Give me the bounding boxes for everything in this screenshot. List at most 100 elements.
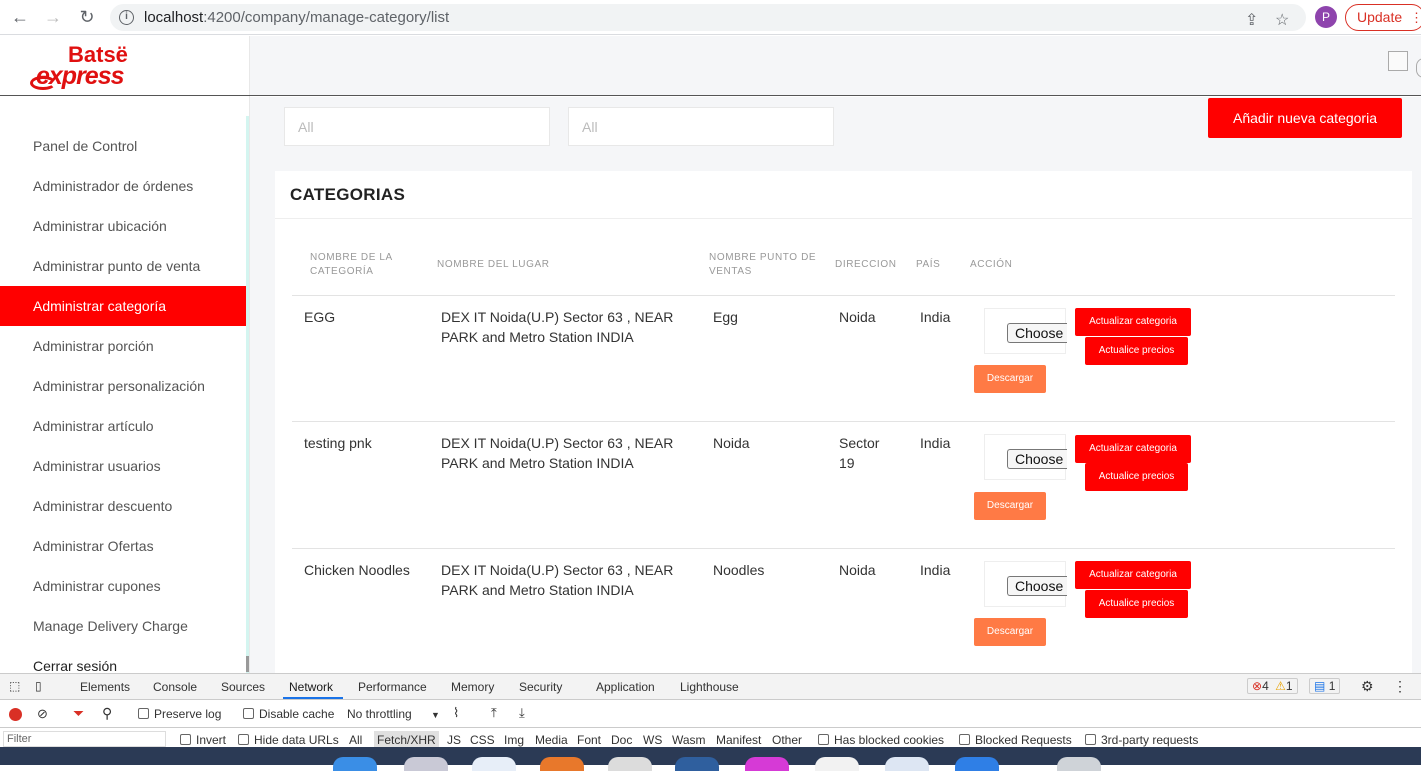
sidebar-item-personalizacion[interactable]: Administrar personalización (0, 366, 246, 406)
network-conditions-icon[interactable]: ⌇ (453, 705, 459, 721)
dock-app-icon[interactable] (885, 757, 929, 771)
address-bar[interactable]: i localhost:4200/company/manage-category… (110, 4, 1306, 31)
sidebar-item-punto-de-venta[interactable]: Administrar punto de venta (0, 246, 246, 286)
device-toolbar-icon[interactable]: ▯ (35, 679, 42, 693)
dock-app-icon[interactable] (608, 757, 652, 771)
header-action: ACCIÓN (970, 259, 1013, 270)
sidebar-item-ordenes[interactable]: Administrador de órdenes (0, 166, 246, 206)
type-filter-other[interactable]: Other (772, 733, 802, 747)
settings-gear-icon[interactable]: ⚙ (1361, 678, 1374, 695)
tab-memory[interactable]: Memory (451, 680, 494, 694)
filter-icon[interactable]: ⏷ (73, 705, 84, 722)
category-filter-select[interactable]: All (284, 107, 550, 146)
inspect-element-icon[interactable]: ⬚ (9, 679, 20, 693)
tab-application[interactable]: Application (596, 680, 655, 694)
sidebar-scrollbar-thumb[interactable] (246, 656, 249, 672)
export-har-icon[interactable]: ⤓ (519, 705, 525, 721)
user-avatar-partial-icon[interactable] (1416, 58, 1421, 78)
type-filter-img[interactable]: Img (504, 733, 524, 747)
choose-file-button[interactable]: Choose (1007, 449, 1067, 469)
sidebar-item-usuarios[interactable]: Administrar usuarios (0, 446, 246, 486)
choose-file-button[interactable]: Choose (1007, 576, 1067, 596)
sidebar-item-descuento[interactable]: Administrar descuento (0, 486, 246, 526)
download-button[interactable]: Descargar (974, 492, 1046, 520)
browser-toolbar: ← → ↻ i localhost:4200/company/manage-ca… (0, 0, 1421, 35)
record-icon[interactable] (9, 708, 22, 721)
dock-app-icon[interactable] (404, 757, 448, 771)
clear-icon[interactable]: ⊘ (37, 706, 48, 722)
type-filter-js[interactable]: JS (447, 733, 461, 747)
share-icon[interactable]: ⇪ (1245, 10, 1258, 30)
cell-place-name: DEX IT Noida(U.P) Sector 63 , NEAR PARK … (441, 562, 674, 598)
dock-app-icon[interactable] (675, 757, 719, 771)
browser-update-button[interactable]: Update ⋮ (1345, 4, 1421, 31)
brand-logo[interactable]: Batsë express (0, 36, 250, 96)
profile-avatar[interactable]: P (1315, 6, 1337, 28)
type-filter-ws[interactable]: WS (643, 733, 662, 747)
tab-security[interactable]: Security (519, 680, 562, 694)
blocked-cookies-checkbox[interactable]: Has blocked cookies (818, 733, 944, 747)
filter-input[interactable]: Filter (3, 731, 166, 747)
type-filter-font[interactable]: Font (577, 733, 601, 747)
download-button[interactable]: Descargar (974, 618, 1046, 646)
back-icon[interactable]: ← (9, 6, 31, 28)
type-filter-manifest[interactable]: Manifest (716, 733, 761, 747)
third-party-label: 3rd-party requests (1101, 733, 1199, 747)
sidebar-item-articulo[interactable]: Administrar artículo (0, 406, 246, 446)
invert-checkbox[interactable]: Invert (180, 733, 226, 747)
tab-performance[interactable]: Performance (358, 680, 427, 694)
tab-sources[interactable]: Sources (221, 680, 265, 694)
third-party-checkbox[interactable]: 3rd-party requests (1085, 733, 1198, 747)
type-filter-all[interactable]: All (349, 733, 362, 747)
type-filter-media[interactable]: Media (535, 733, 568, 747)
choose-file-button[interactable]: Choose (1007, 323, 1067, 343)
update-prices-button[interactable]: Actualice precios (1085, 590, 1188, 618)
blocked-requests-checkbox[interactable]: Blocked Requests (959, 733, 1072, 747)
site-info-icon[interactable]: i (119, 10, 134, 25)
forward-icon[interactable]: → (42, 6, 64, 28)
dock-app-icon[interactable] (333, 757, 377, 771)
update-category-button[interactable]: Actualizar categoria (1075, 308, 1191, 336)
tab-network[interactable]: Network (289, 680, 333, 694)
hide-data-urls-checkbox[interactable]: Hide data URLs (238, 733, 339, 747)
sidebar-item-cupones[interactable]: Administrar cupones (0, 566, 246, 606)
disable-cache-checkbox[interactable]: Disable cache (243, 707, 334, 721)
outlet-filter-select[interactable]: All (568, 107, 834, 146)
sidebar-item-panel-de-control[interactable]: Panel de Control (0, 126, 246, 166)
reload-icon[interactable]: ↻ (76, 6, 98, 28)
tab-elements[interactable]: Elements (80, 680, 130, 694)
dock-app-icon[interactable] (472, 757, 516, 771)
preserve-log-checkbox[interactable]: Preserve log (138, 707, 221, 721)
panel-title: CATEGORIAS (290, 185, 406, 204)
add-category-button[interactable]: Añadir nueva categoria (1208, 98, 1402, 138)
update-category-button[interactable]: Actualizar categoria (1075, 561, 1191, 589)
devtools-menu-icon[interactable]: ⋮ (1393, 678, 1407, 695)
dock-app-icon[interactable] (1057, 757, 1101, 771)
update-category-button[interactable]: Actualizar categoria (1075, 435, 1191, 463)
sidebar-item-ofertas[interactable]: Administrar Ofertas (0, 526, 246, 566)
type-filter-doc[interactable]: Doc (611, 733, 632, 747)
update-prices-button[interactable]: Actualice precios (1085, 337, 1188, 365)
issues-counter[interactable]: ⊗4 ⚠1 (1247, 678, 1298, 694)
messages-counter[interactable]: ▤ 1 (1309, 678, 1341, 694)
sidebar-item-ubicacion[interactable]: Administrar ubicación (0, 206, 246, 246)
tab-console[interactable]: Console (153, 680, 197, 694)
update-prices-button[interactable]: Actualice precios (1085, 463, 1188, 491)
type-filter-css[interactable]: CSS (470, 733, 495, 747)
sidebar-item-categoria[interactable]: Administrar categoría (0, 286, 246, 326)
download-button[interactable]: Descargar (974, 365, 1046, 393)
sidebar-scrollbar-track[interactable] (246, 116, 249, 673)
dock-app-icon[interactable] (815, 757, 859, 771)
search-icon[interactable]: ⚲ (102, 705, 112, 722)
bookmark-star-icon[interactable]: ☆ (1275, 10, 1289, 30)
import-har-icon[interactable]: ⤒ (491, 705, 497, 721)
sidebar-item-porcion[interactable]: Administrar porción (0, 326, 246, 366)
dock-app-icon[interactable] (745, 757, 789, 771)
tab-lighthouse[interactable]: Lighthouse (680, 680, 739, 694)
sidebar-item-delivery-charge[interactable]: Manage Delivery Charge (0, 606, 246, 646)
dock-app-icon[interactable] (955, 757, 999, 771)
dock-app-icon[interactable] (540, 757, 584, 771)
type-filter-wasm[interactable]: Wasm (672, 733, 706, 747)
user-avatar-broken-image-icon[interactable] (1388, 51, 1408, 71)
throttling-select[interactable]: No throttling ▼ (347, 707, 440, 721)
